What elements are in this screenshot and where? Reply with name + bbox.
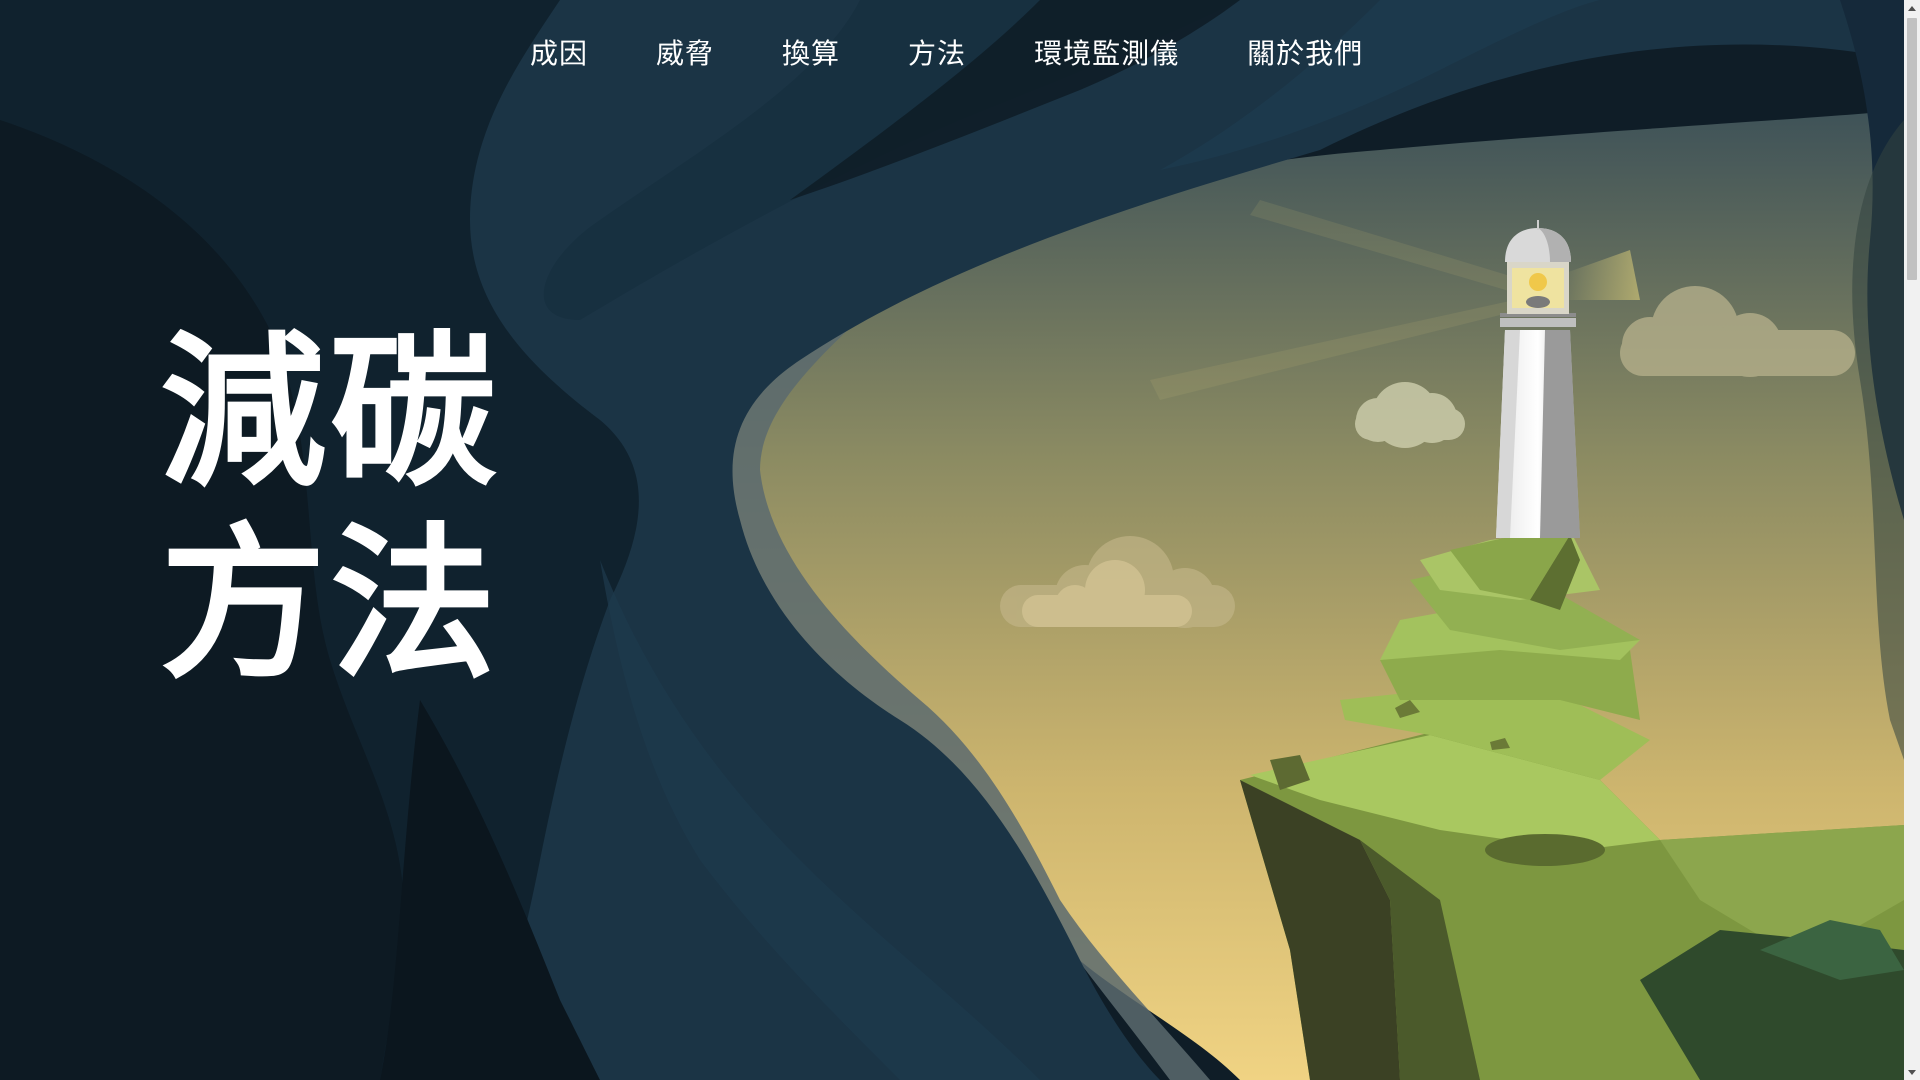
hero-title: 減碳 方法	[160, 318, 500, 702]
scroll-down-arrow-icon[interactable]	[1904, 1064, 1920, 1080]
hero-title-line-2: 方法	[160, 509, 500, 702]
nav-item-environment-monitor[interactable]: 環境監測儀	[1034, 40, 1179, 68]
nav-item-threats[interactable]: 威脅	[656, 40, 714, 68]
nav-item-conversion[interactable]: 換算	[782, 40, 840, 68]
scroll-up-arrow-icon[interactable]	[1904, 0, 1920, 16]
vertical-scrollbar[interactable]	[1904, 0, 1920, 1080]
hero-title-line-1: 減碳	[160, 317, 500, 510]
nav-item-methods[interactable]: 方法	[908, 40, 966, 68]
scrollbar-thumb[interactable]	[1907, 18, 1917, 280]
nav-item-causes[interactable]: 成因	[530, 40, 588, 68]
main-navigation: 成因 威脅 換算 方法 環境監測儀 關於我們	[530, 40, 1363, 68]
nav-item-about-us[interactable]: 關於我們	[1247, 40, 1363, 68]
